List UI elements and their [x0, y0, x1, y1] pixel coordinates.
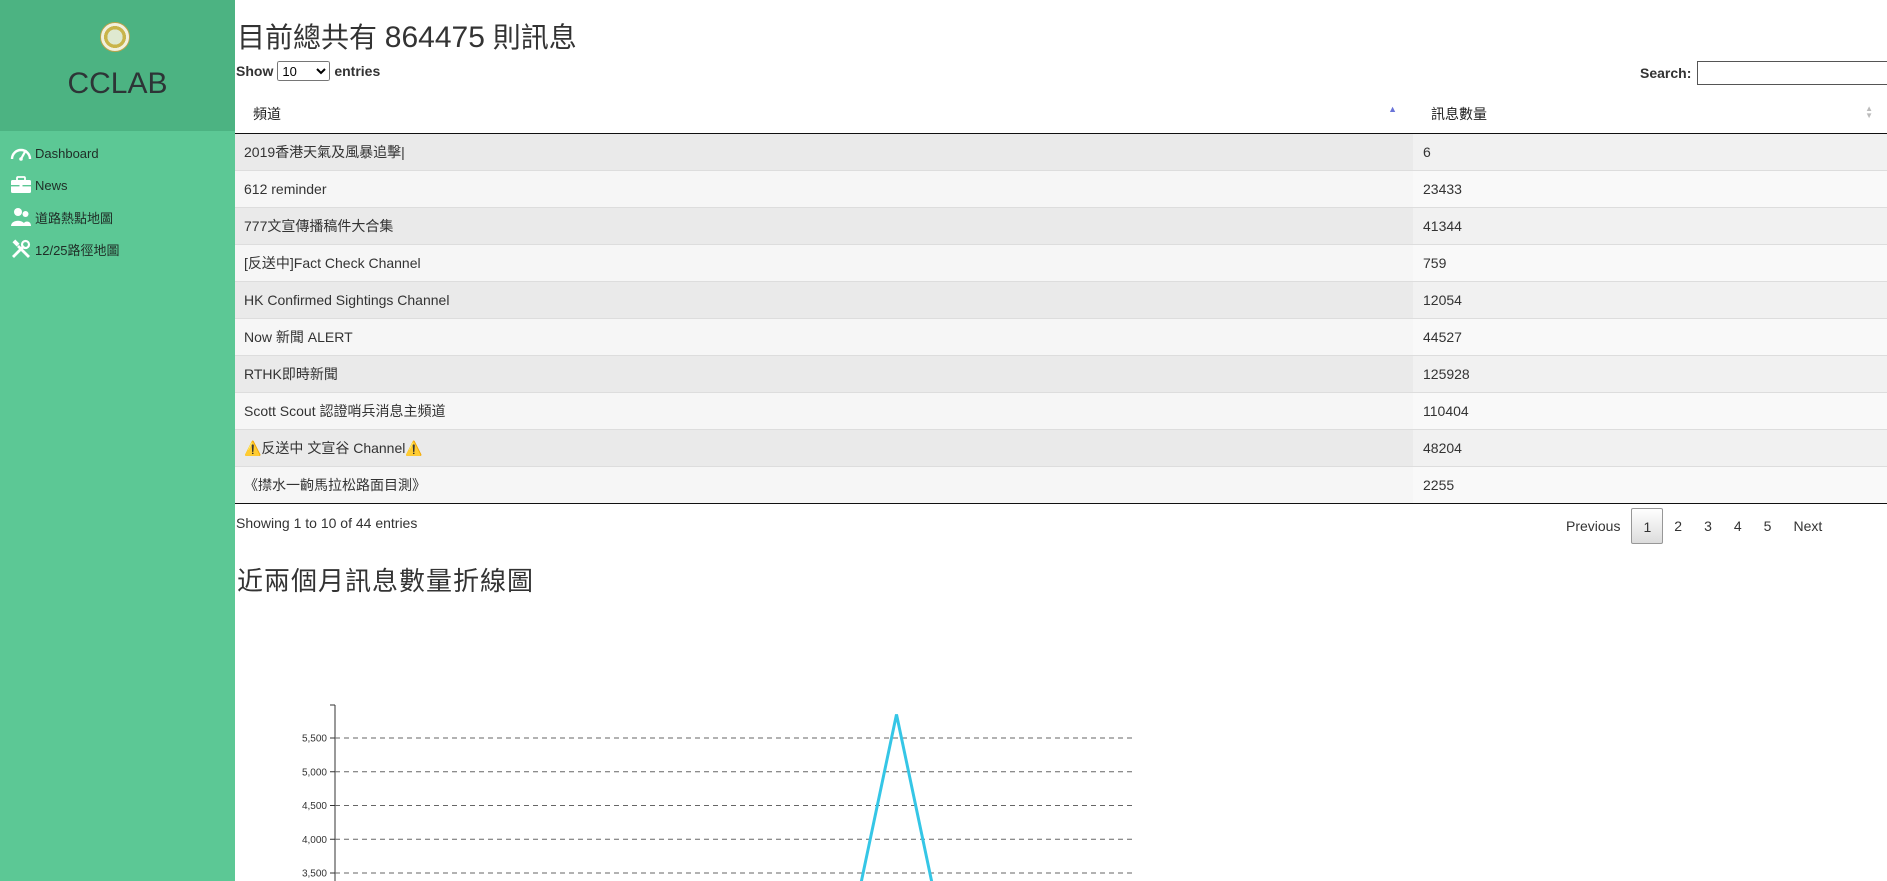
sidebar-item-label: 道路熱點地圖	[35, 210, 114, 226]
table-info: Showing 1 to 10 of 44 entries	[236, 515, 418, 531]
entries-label: entries	[334, 63, 381, 79]
users-icon	[11, 208, 31, 226]
brand-name: CCLAB	[67, 67, 168, 100]
y-tick-label: 4,000	[302, 835, 327, 846]
title-suffix: 則訊息	[492, 22, 577, 53]
page-button-2[interactable]: 2	[1663, 508, 1693, 544]
search-label: Search:	[1640, 65, 1692, 81]
count-cell: 48204	[1413, 428, 1887, 466]
table-row: 《㩒水一齣馬拉松路面目測》 2255	[235, 465, 1887, 504]
sidebar-item-1225-route-map[interactable]: 12/25路徑地圖	[0, 234, 235, 264]
table-search: Search:	[1640, 61, 1887, 85]
gauge-icon	[10, 148, 32, 161]
show-label: Show	[236, 63, 274, 79]
main-content: 目前總共有 864475 則訊息 Show 10 entries Search:…	[235, 0, 1887, 881]
sidebar-item-dashboard[interactable]: Dashboard	[0, 138, 235, 168]
message-count-line-chart: 3,500 4,000 4,500 5,000 5,500	[302, 704, 1135, 881]
table-row: HK Confirmed Sightings Channel 12054	[235, 280, 1887, 318]
page-button-1[interactable]: 1	[1631, 508, 1664, 544]
channel-table: 頻道 ▲ 訊息數量 ▲ ▼ 2019香港天氣及風暴追擊| 6 612 reminder 2…	[235, 95, 1887, 504]
table-row: [反送中]Fact Check Channel 759	[235, 243, 1887, 281]
sidebar-item-news[interactable]: News	[0, 170, 235, 200]
channel-cell: 777文宣傳播稿件大合集	[235, 206, 1413, 244]
y-tick-label: 5,000	[302, 767, 327, 778]
y-tick-label: 5,500	[302, 734, 327, 745]
count-cell: 110404	[1413, 391, 1887, 429]
page-title: 目前總共有 864475 則訊息	[237, 16, 577, 56]
sidebar-item-label: Dashboard	[35, 145, 99, 161]
table-row: ⚠️反送中 文宣谷 Channel⚠️ 48204	[235, 428, 1887, 466]
series-line	[859, 714, 934, 881]
channel-cell: 612 reminder	[235, 169, 1413, 207]
sort-asc-icon: ▲	[1388, 104, 1397, 114]
channel-cell: 《㩒水一齣馬拉松路面目測》	[235, 465, 1413, 504]
briefcase-icon	[11, 176, 31, 193]
y-tick-label: 4,500	[302, 801, 327, 812]
brand-header: CCLAB	[0, 0, 235, 131]
column-header-channel[interactable]: 頻道 ▲	[235, 95, 1413, 134]
count-cell: 44527	[1413, 317, 1887, 355]
lab-seal-logo	[100, 22, 130, 52]
entries-per-page-select[interactable]: 10	[277, 61, 331, 81]
table-row: 612 reminder 23433	[235, 169, 1887, 207]
channel-cell: 2019香港天氣及風暴追擊|	[235, 132, 1413, 170]
page-button-4[interactable]: 4	[1723, 508, 1753, 544]
title-prefix: 目前總共有	[237, 22, 378, 53]
search-input[interactable]	[1697, 61, 1887, 85]
channel-cell: Now 新聞 ALERT	[235, 317, 1413, 355]
pagination: Previous 1 2 3 4 5 Next	[1555, 508, 1833, 544]
count-cell: 759	[1413, 243, 1887, 281]
page-button-5[interactable]: 5	[1753, 508, 1783, 544]
count-cell: 41344	[1413, 206, 1887, 244]
channel-cell: Scott Scout 認證哨兵消息主頻道	[235, 391, 1413, 429]
sidebar-item-road-hotspot-map[interactable]: 道路熱點地圖	[0, 202, 235, 232]
sidebar-item-label: News	[35, 177, 68, 193]
total-message-count: 864475	[384, 21, 485, 54]
table-row: 2019香港天氣及風暴追擊| 6	[235, 132, 1887, 170]
sort-both-icon: ▲ ▼	[1865, 104, 1873, 120]
count-cell: 2255	[1413, 465, 1887, 504]
y-tick-label: 3,500	[302, 869, 327, 880]
count-cell: 23433	[1413, 169, 1887, 207]
table-row: Now 新聞 ALERT 44527	[235, 317, 1887, 355]
sidebar: CCLAB Dashboard News 道路熱點地圖 12/25路徑地圖	[0, 0, 235, 881]
channel-cell: HK Confirmed Sightings Channel	[235, 280, 1413, 318]
entries-length-control: Show 10 entries	[236, 61, 380, 81]
channel-cell: ⚠️反送中 文宣谷 Channel⚠️	[235, 428, 1413, 466]
column-label: 訊息數量	[1431, 105, 1487, 122]
column-label: 頻道	[253, 105, 281, 122]
table-row: Scott Scout 認證哨兵消息主頻道 110404	[235, 391, 1887, 429]
count-cell: 125928	[1413, 354, 1887, 392]
count-cell: 12054	[1413, 280, 1887, 318]
channel-cell: [反送中]Fact Check Channel	[235, 243, 1413, 281]
page-button-3[interactable]: 3	[1693, 508, 1723, 544]
next-page-button[interactable]: Next	[1782, 508, 1833, 544]
previous-page-button[interactable]: Previous	[1555, 508, 1631, 544]
tools-icon	[12, 239, 31, 258]
count-cell: 6	[1413, 132, 1887, 170]
channel-cell: RTHK即時新聞	[235, 354, 1413, 392]
table-row: 777文宣傳播稿件大合集 41344	[235, 206, 1887, 244]
column-header-message-count[interactable]: 訊息數量 ▲ ▼	[1413, 95, 1887, 134]
table-row: RTHK即時新聞 125928	[235, 354, 1887, 392]
sidebar-item-label: 12/25路徑地圖	[35, 242, 120, 258]
